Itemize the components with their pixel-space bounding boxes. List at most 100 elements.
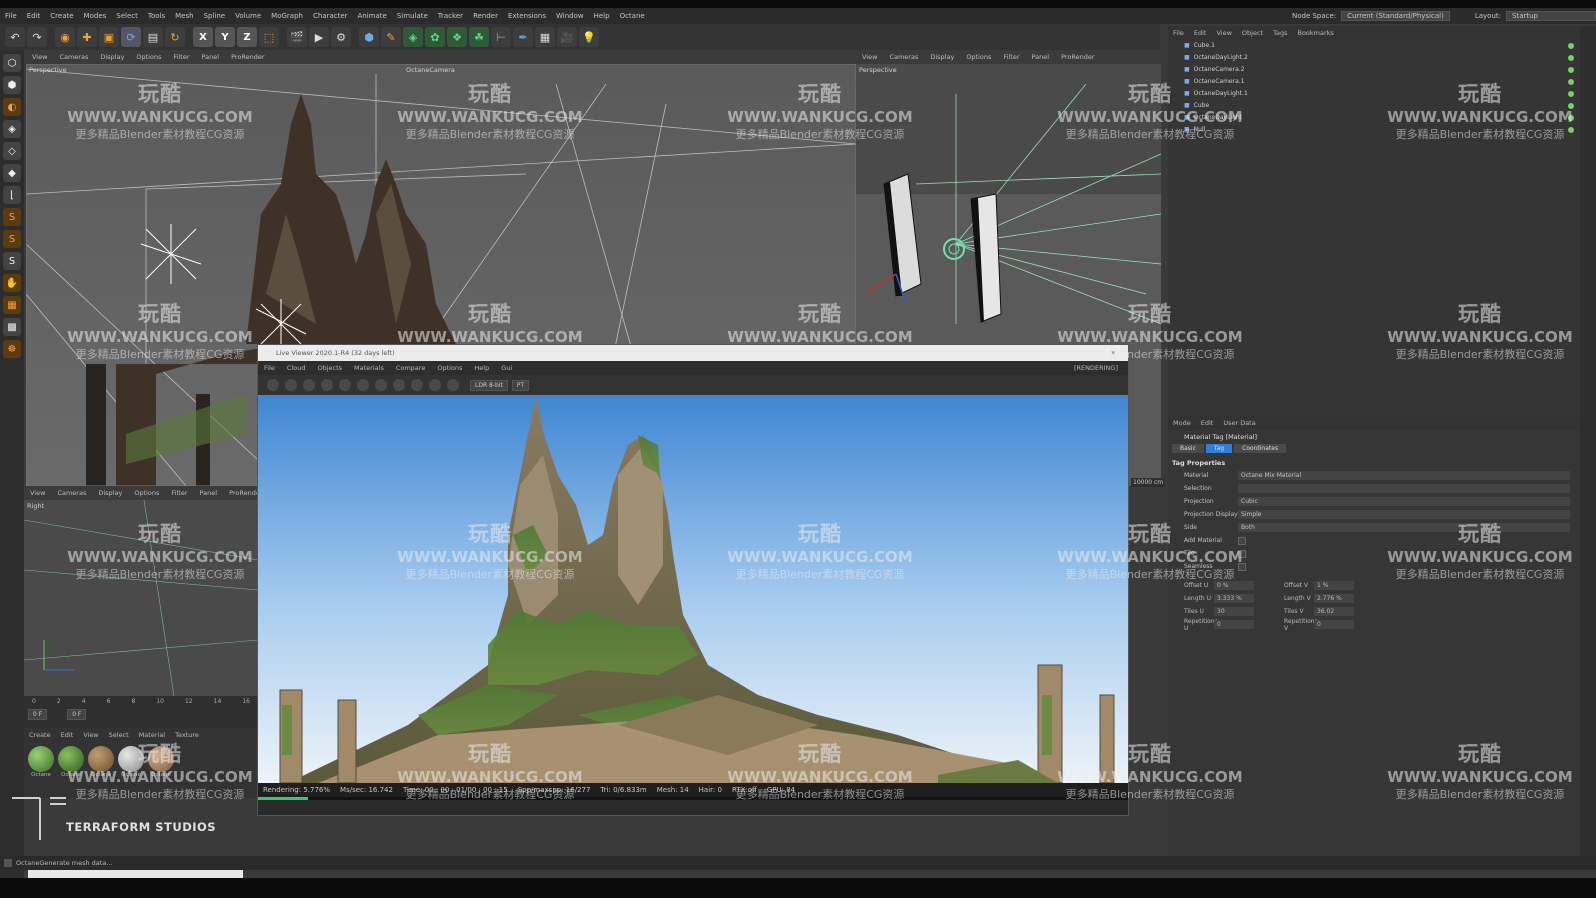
attribute-value-field[interactable]: Simple	[1238, 510, 1570, 519]
material-preview[interactable]	[88, 746, 114, 772]
spline-icon[interactable]: ✒	[513, 27, 533, 47]
subdivision-icon[interactable]: ◈	[403, 27, 423, 47]
grid-value-field[interactable]: 0	[1214, 620, 1254, 629]
mat-menu-view[interactable]: View	[78, 731, 103, 739]
om-menu-tags[interactable]: Tags	[1268, 29, 1292, 37]
menu-animate[interactable]: Animate	[353, 12, 392, 20]
menu-modes[interactable]: Modes	[79, 12, 112, 20]
om-menu-object[interactable]: Object	[1237, 29, 1268, 37]
menu-create[interactable]: Create	[45, 12, 78, 20]
pause-render-icon[interactable]	[303, 379, 315, 391]
checkbox[interactable]	[1238, 549, 1246, 558]
lv-menu-options[interactable]: Options	[431, 364, 468, 372]
render-canvas[interactable]	[258, 395, 1128, 783]
lv-menu-compare[interactable]: Compare	[390, 364, 432, 372]
pick-focus-icon[interactable]	[429, 379, 441, 391]
object-row[interactable]: ■ OctaneDayLight	[1168, 112, 1580, 124]
menu-character[interactable]: Character	[308, 12, 353, 20]
tab-coordinates[interactable]: Coordinates	[1234, 444, 1287, 453]
om-menu-edit[interactable]: Edit	[1189, 29, 1212, 37]
render-picture-viewer-icon[interactable]: ▶	[309, 27, 329, 47]
edges-mode-icon[interactable]: ◇	[3, 142, 21, 160]
checkbox[interactable]	[1238, 562, 1246, 571]
object-row[interactable]: ■ OctaneCamera.2	[1168, 64, 1580, 76]
mat-menu-select[interactable]: Select	[104, 731, 134, 739]
grid-value-field[interactable]: 36.02	[1314, 607, 1354, 616]
material-item[interactable]: Octane	[26, 746, 56, 778]
timeline[interactable]: 0 2 4 6 8 10 12 14 16 0 F 0 F	[24, 696, 258, 728]
menu-simulate[interactable]: Simulate	[392, 12, 433, 20]
vp-right-menu-view[interactable]: View	[856, 53, 883, 61]
lv-menu-gui[interactable]: Gui	[495, 364, 518, 372]
am-menu-user-data[interactable]: User Data	[1218, 419, 1260, 427]
menu-mograph[interactable]: MoGraph	[266, 12, 308, 20]
vp-main-menu-display[interactable]: Display	[94, 53, 130, 61]
menu-extensions[interactable]: Extensions	[503, 12, 551, 20]
object-row[interactable]: ■ OctaneDayLight.1	[1168, 88, 1580, 100]
points-mode-icon[interactable]: ◈	[3, 120, 21, 138]
vp-right-menu-options[interactable]: Options	[960, 53, 997, 61]
render-view-icon[interactable]: 🎬	[287, 27, 307, 47]
grid-value-field[interactable]: 0 %	[1214, 581, 1254, 590]
floor-icon[interactable]: ▦	[535, 27, 555, 47]
attribute-value-field[interactable]: Both	[1238, 523, 1570, 532]
grid-value-field[interactable]: 1 %	[1314, 581, 1354, 590]
vp-bottom-menu-panel[interactable]: Panel	[194, 489, 224, 497]
menu-tools[interactable]: Tools	[143, 12, 170, 20]
visibility-check-icon[interactable]	[1568, 90, 1574, 97]
om-menu-view[interactable]: View	[1211, 29, 1236, 37]
kernel-dropdown[interactable]: PT	[511, 379, 530, 391]
vp-main-menu-cameras[interactable]: Cameras	[53, 53, 94, 61]
coordinate-system-icon[interactable]: ⬚	[259, 27, 279, 47]
stop-render-icon[interactable]	[321, 379, 333, 391]
material-preview[interactable]	[58, 746, 84, 772]
menu-window[interactable]: Window	[551, 12, 589, 20]
main-viewport-camera-label[interactable]: OctaneCamera	[406, 66, 455, 74]
mograph-icon[interactable]: ☘	[469, 27, 489, 47]
vp-bottom-menu-display[interactable]: Display	[92, 489, 128, 497]
recent-tools-icon[interactable]: ▤	[143, 27, 163, 47]
vp-right-menu-panel[interactable]: Panel	[1026, 53, 1056, 61]
vp-main-menu-prorender[interactable]: ProRender	[225, 53, 270, 61]
redo-icon[interactable]: ↷	[27, 27, 47, 47]
visibility-check-icon[interactable]	[1568, 66, 1574, 73]
menu-select[interactable]: Select	[111, 12, 143, 20]
undo-icon[interactable]: ↶	[5, 27, 25, 47]
grid-value-field[interactable]: 30	[1214, 607, 1254, 616]
lv-menu-cloud[interactable]: Cloud	[281, 364, 312, 372]
region-icon[interactable]	[393, 379, 405, 391]
bottom-viewport[interactable]: Right	[24, 500, 258, 696]
model-mode-icon[interactable]: ⬢	[3, 76, 21, 94]
rotate-icon[interactable]: ⟳	[121, 27, 141, 47]
visibility-check-icon[interactable]	[1568, 42, 1574, 49]
material-preview[interactable]	[118, 746, 144, 772]
vp-right-menu-display[interactable]: Display	[924, 53, 960, 61]
vp-main-menu-panel[interactable]: Panel	[196, 53, 226, 61]
menu-file[interactable]: File	[0, 12, 22, 20]
vp-main-menu-view[interactable]: View	[26, 53, 53, 61]
visibility-check-icon[interactable]	[1568, 126, 1574, 133]
object-row[interactable]: ■ OctaneCamera.1	[1168, 76, 1580, 88]
deformer-icon[interactable]: ❖	[447, 27, 467, 47]
texture-mode-icon[interactable]: ◐	[3, 98, 21, 116]
field-icon[interactable]: ⊢	[491, 27, 511, 47]
menu-render[interactable]: Render	[468, 12, 503, 20]
am-menu-mode[interactable]: Mode	[1168, 419, 1196, 427]
move-icon[interactable]: ✚	[77, 27, 97, 47]
lv-menu-materials[interactable]: Materials	[348, 364, 390, 372]
grid-value-field[interactable]: 2.776 %	[1314, 594, 1354, 603]
color-depth-dropdown[interactable]: LDR 8-bit	[470, 379, 508, 391]
vp-right-menu-prorender[interactable]: ProRender	[1055, 53, 1100, 61]
vp-main-menu-filter[interactable]: Filter	[167, 53, 195, 61]
x-axis-icon[interactable]: X	[193, 27, 213, 47]
object-row[interactable]: ■ Cube.1	[1168, 40, 1580, 52]
snap-workplane-icon[interactable]: S	[3, 252, 21, 270]
material-item[interactable]: Octane	[116, 746, 146, 778]
snap-icon[interactable]: S	[3, 208, 21, 226]
lock-icon[interactable]	[357, 379, 369, 391]
visibility-check-icon[interactable]	[1568, 114, 1574, 121]
axis-mode-icon[interactable]: ⌊	[3, 186, 21, 204]
visibility-check-icon[interactable]	[1568, 78, 1574, 85]
checkbox[interactable]	[1238, 536, 1246, 545]
node-space-dropdown[interactable]: Current (Standard/Physical)	[1341, 11, 1450, 21]
